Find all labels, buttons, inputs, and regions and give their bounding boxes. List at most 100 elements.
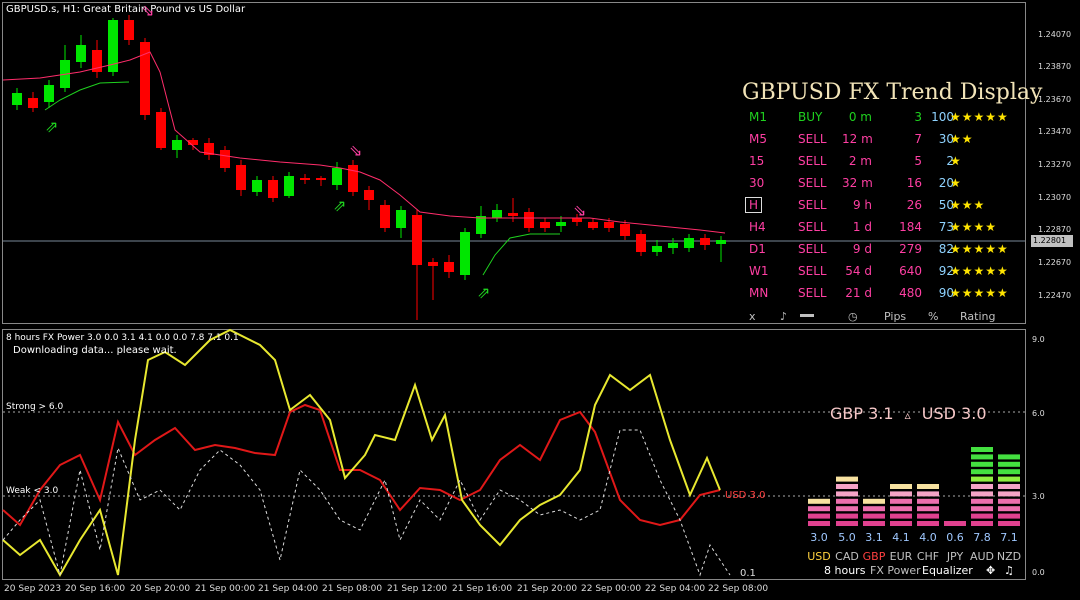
time-tick: 20 Sep 20:00 <box>130 584 191 594</box>
time-tick: 22 Sep 08:00 <box>708 584 769 594</box>
signal-age: 54 d <box>845 264 872 278</box>
candle-body <box>588 222 598 228</box>
candle-body <box>684 238 694 248</box>
candle-body <box>156 112 166 148</box>
flag-icon[interactable] <box>800 314 814 317</box>
candle-body <box>444 262 454 272</box>
equalizer-segment <box>998 484 1020 489</box>
rating-stars: ★★ <box>950 132 974 146</box>
equalizer-segment <box>863 513 885 519</box>
signal-arrow-icon: ⇗ <box>333 196 346 215</box>
candle-body <box>316 178 326 180</box>
equalizer-segment <box>890 491 912 497</box>
equalizer-segment <box>998 461 1020 467</box>
currency-label[interactable]: JPY <box>942 550 968 563</box>
close-button[interactable]: x <box>749 310 756 323</box>
trend-row: M5 SELL 12 m 7 30 ★★ <box>742 132 1027 154</box>
equalizer-segment <box>998 521 1020 526</box>
candle-body <box>524 212 534 228</box>
candle-body <box>236 165 246 190</box>
rating-stars: ★★★ <box>950 198 986 212</box>
equalizer-segment <box>836 506 858 512</box>
candle-body <box>428 262 438 266</box>
move-icon[interactable]: ✥ <box>986 564 995 577</box>
equalizer-value: 4.0 <box>919 531 937 544</box>
price-tick: 1.23470 <box>1038 127 1072 136</box>
timeframe-label: 15 <box>749 154 765 168</box>
equalizer-segment <box>917 513 939 519</box>
music-icon-small[interactable]: ♫ <box>1004 564 1014 577</box>
trend-display-title: GBPUSD FX Trend Display <box>742 80 1043 105</box>
timeframe-label: MN <box>749 286 769 300</box>
trend-row: W1 SELL 54 d 640 92 ★★★★★ <box>742 264 1027 286</box>
signal-arrow-icon: ⇘ <box>573 201 586 220</box>
equalizer-segment <box>998 513 1020 519</box>
time-tick: 21 Sep 08:00 <box>322 584 383 594</box>
music-icon[interactable]: ♪ <box>780 310 787 323</box>
currency-label[interactable]: NZD <box>996 550 1022 563</box>
signal-age: 0 m <box>848 110 872 124</box>
currency-label[interactable]: EUR <box>888 550 914 563</box>
equalizer-segment <box>836 491 858 497</box>
signal-age: 9 h <box>852 198 872 212</box>
currency-label[interactable]: CAD <box>834 550 860 563</box>
time-tick: 20 Sep 2023 <box>4 584 62 594</box>
candle-body <box>252 180 262 192</box>
candle-body <box>332 168 342 185</box>
equalizer-value: 7.1 <box>1000 531 1018 544</box>
currency-label[interactable]: USD <box>806 550 832 563</box>
candle-body <box>28 98 38 108</box>
equalizer-segment <box>971 484 993 489</box>
equalizer-segment <box>971 469 993 475</box>
hours-button[interactable]: 8 hours <box>824 564 865 577</box>
trend-row: MN SELL 21 d 480 90 ★★★★★ <box>742 286 1027 308</box>
candle-body <box>620 224 630 236</box>
pips-header: Pips <box>884 310 907 323</box>
candlesticks <box>12 15 726 320</box>
equalizer-segment <box>890 521 912 526</box>
equalizer-segment <box>836 513 858 519</box>
pips-value: 480 <box>899 286 922 300</box>
signal-label: SELL <box>798 264 827 278</box>
currency-label[interactable]: GBP <box>861 550 887 563</box>
equalizer-segment <box>917 521 939 526</box>
timeframe-label: 30 <box>749 176 765 190</box>
rating-header: Rating <box>960 310 996 323</box>
equalizer-segment <box>971 498 993 504</box>
currency-label[interactable]: CHF <box>915 550 941 563</box>
equalizer-segment <box>836 521 858 526</box>
trend-row: 30 SELL 32 m 16 20 ★ <box>742 176 1027 198</box>
equalizer-segment <box>998 476 1020 482</box>
rating-stars: ★★★★★ <box>950 286 1009 300</box>
fx-power-button[interactable]: FX Power <box>870 564 921 577</box>
candle-body <box>460 232 470 275</box>
equalizer-segment <box>863 521 885 526</box>
time-tick: 21 Sep 04:00 <box>258 584 319 594</box>
candle-body <box>668 243 678 248</box>
power-header: 8 hours FX Power 3.0 0.0 3.1 4.1 0.0 0.0… <box>6 333 239 343</box>
pips-value: 7 <box>914 132 922 146</box>
price-tick: 1.24070 <box>1038 30 1072 39</box>
signal-age: 32 m <box>842 176 873 190</box>
equalizer-segment <box>971 513 993 519</box>
usd-line-tag: USD 3.0 <box>725 490 766 501</box>
signal-age: 2 m <box>848 154 872 168</box>
equalizer-bars <box>808 447 1020 526</box>
power-tick: 9.0 <box>1032 335 1045 344</box>
currency-label[interactable]: AUD <box>969 550 995 563</box>
gbp-power-line <box>2 403 721 527</box>
signal-age: 12 m <box>842 132 873 146</box>
equalizer-segment <box>998 506 1020 512</box>
equalizer-segment <box>890 484 912 489</box>
equalizer-segment <box>917 506 939 512</box>
timeframe-label: D1 <box>749 242 766 256</box>
pips-value: 640 <box>899 264 922 278</box>
pips-value: 184 <box>899 220 922 234</box>
power-tick: 0.0 <box>1032 568 1045 577</box>
candle-body <box>700 238 710 245</box>
equalizer-segment <box>971 454 993 460</box>
equalizer-button[interactable]: Equalizer <box>922 564 973 577</box>
candle-body <box>540 222 550 228</box>
equalizer-segment <box>863 506 885 512</box>
timeframe-label: M1 <box>749 110 767 124</box>
